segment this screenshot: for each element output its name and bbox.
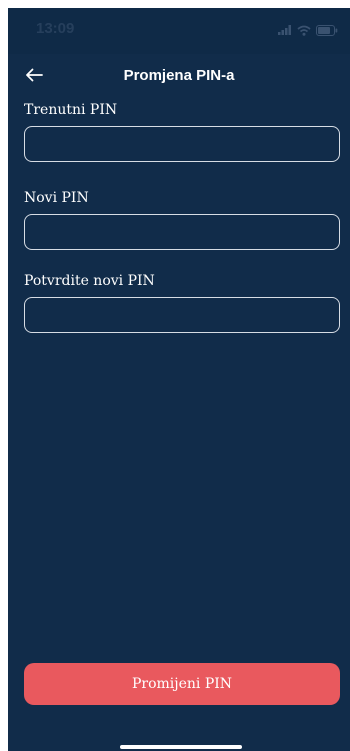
battery-icon	[316, 24, 338, 36]
new-pin-input[interactable]	[24, 214, 340, 250]
status-icons	[278, 24, 338, 36]
current-pin-label: Trenutni PIN	[24, 102, 118, 118]
confirm-pin-label: Potvrdite novi PIN	[24, 273, 155, 289]
status-time: 13:09	[36, 20, 75, 37]
status-bar: 13:09	[8, 8, 350, 54]
new-pin-label: Novi PIN	[24, 190, 89, 206]
change-pin-button[interactable]: Promijeni PIN	[24, 663, 340, 705]
confirm-pin-input[interactable]	[24, 297, 340, 333]
page-title: Promjena PIN-a	[123, 67, 235, 84]
screen: 13:09 Promjena PIN-a Trenutni PIN Novi P…	[8, 8, 350, 751]
home-indicator[interactable]	[120, 745, 242, 749]
nav-bar: Promjena PIN-a	[8, 54, 350, 96]
current-pin-input[interactable]	[24, 126, 340, 162]
wifi-icon	[297, 25, 311, 36]
signal-icon	[278, 25, 292, 35]
